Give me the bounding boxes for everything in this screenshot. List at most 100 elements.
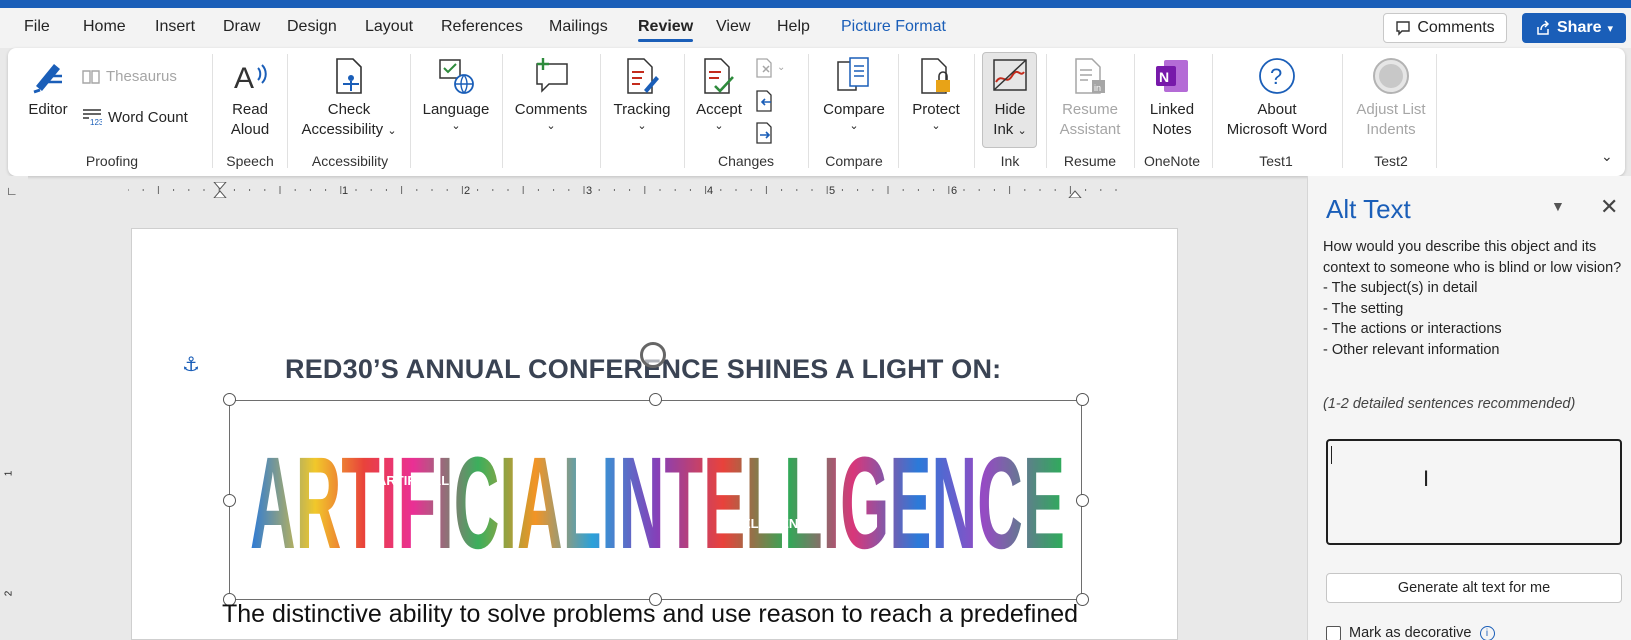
adjust-indents-icon: [1373, 58, 1409, 94]
mark-decorative-checkbox[interactable]: [1326, 625, 1341, 640]
svg-text:in: in: [1094, 83, 1101, 93]
linked-notes-label-1: Linked: [1149, 101, 1195, 118]
protect-button[interactable]: Protect ⌄: [904, 56, 968, 132]
anchor-icon[interactable]: ⚓: [182, 352, 200, 377]
ink-group-label: Ink: [1000, 153, 1020, 169]
read-aloud-button[interactable]: A Read Aloud: [222, 56, 278, 140]
hide-ink-button[interactable]: Hide Ink ⌄: [982, 56, 1038, 141]
adjust-list-indents-button[interactable]: Adjust List Indents: [1350, 56, 1432, 140]
hide-ink-label-1: Hide: [994, 101, 1026, 118]
compare-button[interactable]: Compare ⌄: [816, 56, 892, 132]
alt-text-input[interactable]: [1326, 439, 1622, 545]
tab-home[interactable]: Home: [83, 18, 126, 36]
check-accessibility-label-1: Check: [327, 101, 371, 118]
tab-layout[interactable]: Layout: [365, 18, 413, 36]
about-word-label-2: Microsoft Word: [1226, 121, 1328, 138]
ribbon-separator: [974, 54, 975, 168]
artificial-intelligence-image[interactable]: ARTIFICIAL INTELLIGENCE ARTIFICIAL INTELL…: [250, 445, 1065, 560]
read-aloud-icon: A: [234, 62, 267, 95]
alt-text-pane-title: Alt Text: [1326, 194, 1411, 224]
ruler-number: 2: [464, 185, 470, 197]
proofing-group-label: Proofing: [85, 153, 139, 169]
editor-button[interactable]: Editor: [22, 56, 74, 120]
pane-options-dropdown-icon[interactable]: ▼: [1551, 198, 1565, 214]
language-button[interactable]: Language ⌄: [418, 56, 494, 132]
accept-label: Accept: [696, 101, 742, 118]
accept-button[interactable]: Accept ⌄: [690, 56, 748, 132]
accessibility-doc-icon: [336, 58, 362, 94]
chevron-down-icon: ⌄: [637, 120, 647, 132]
tab-file[interactable]: File: [24, 18, 50, 36]
resume-assistant-label-1: Resume: [1062, 101, 1118, 118]
svg-text:⌄: ⌄: [777, 62, 785, 73]
ruler-tab-selector[interactable]: ∟: [0, 176, 28, 204]
comments-ribbon-button[interactable]: Comments ⌄: [510, 56, 592, 132]
ruler-number: 5: [829, 185, 835, 197]
ruler-number: 2: [3, 590, 15, 597]
text-caret: [1331, 446, 1332, 464]
resize-handle-top-left[interactable]: [223, 393, 236, 406]
word-count-button[interactable]: 123 Word Count: [82, 108, 188, 126]
tab-design[interactable]: Design: [287, 18, 337, 36]
share-button[interactable]: Share ▾: [1522, 13, 1626, 43]
resize-handle-top[interactable]: [649, 393, 662, 406]
tab-mailings[interactable]: Mailings: [549, 18, 608, 36]
editor-label: Editor: [28, 101, 68, 118]
info-icon[interactable]: i: [1479, 625, 1495, 640]
close-icon[interactable]: ✕: [1600, 194, 1618, 220]
chevron-down-icon: ⌄: [849, 120, 859, 132]
tab-picture-format[interactable]: Picture Format: [841, 18, 946, 36]
vertical-ruler[interactable]: 1 2: [0, 204, 26, 640]
rotate-handle-icon[interactable]: [640, 342, 666, 368]
previous-change-button[interactable]: [755, 90, 775, 117]
tab-review[interactable]: Review: [638, 18, 694, 42]
ruler-number: 3: [586, 185, 592, 197]
tab-stop-icon: ∟: [6, 184, 18, 198]
horizontal-ruler[interactable]: 1 2 3 4 5 6: [128, 182, 1173, 198]
about-word-label-1: About: [1257, 101, 1297, 118]
linked-notes-button[interactable]: N Linked Notes: [1140, 56, 1204, 140]
tab-insert[interactable]: Insert: [155, 18, 195, 36]
resume-group-label: Resume: [1063, 153, 1117, 169]
chevron-down-icon: ⌄: [387, 125, 397, 137]
tab-draw[interactable]: Draw: [223, 18, 260, 36]
collapse-ribbon-chevron-icon[interactable]: ⌄: [1601, 148, 1613, 165]
new-comment-icon: [536, 58, 568, 93]
resize-handle-top-right[interactable]: [1076, 393, 1089, 406]
share-icon: [1537, 20, 1550, 35]
chevron-down-icon: ▾: [1607, 22, 1613, 35]
resize-handle-left[interactable]: [223, 494, 236, 507]
resume-assistant-button[interactable]: in Resume Assistant: [1054, 56, 1126, 140]
alt-text-bullet: - The setting: [1323, 300, 1404, 317]
compare-icon: [837, 57, 869, 91]
tab-view[interactable]: View: [716, 18, 750, 36]
title-bar: [0, 0, 1631, 8]
tab-help[interactable]: Help: [777, 18, 810, 36]
tab-references[interactable]: References: [441, 18, 523, 36]
lock-icon: [921, 58, 950, 94]
resume-assistant-label-2: Assistant: [1059, 121, 1121, 138]
language-icon: [439, 59, 474, 94]
reject-button[interactable]: ⌄: [755, 58, 789, 83]
comments-button[interactable]: Comments: [1383, 13, 1507, 43]
mark-decorative-option[interactable]: Mark as decorative i: [1326, 625, 1495, 640]
ribbon-separator: [212, 54, 213, 168]
check-accessibility-button[interactable]: Check Accessibility ⌄: [298, 56, 400, 141]
test1-group-label: Test1: [1259, 153, 1293, 169]
alt-text-intro: How would you describe this object and i…: [1323, 239, 1622, 276]
about-microsoft-word-button[interactable]: ? About Microsoft Word: [1214, 56, 1340, 140]
document-body-text[interactable]: The distinctive ability to solve problem…: [222, 600, 1078, 629]
next-change-button[interactable]: [755, 122, 775, 149]
ribbon-separator: [1342, 54, 1343, 168]
alt-text-bullet: - The subject(s) in detail: [1323, 280, 1478, 296]
resize-handle-right[interactable]: [1076, 494, 1089, 507]
hide-ink-icon: [993, 59, 1027, 91]
thesaurus-button[interactable]: Thesaurus: [82, 68, 177, 85]
ribbon-separator: [600, 54, 601, 168]
comments-button-label: Comments: [1417, 19, 1495, 36]
adjust-list-label-1: Adjust List: [1356, 101, 1426, 118]
generate-alt-text-button[interactable]: Generate alt text for me: [1326, 573, 1622, 603]
next-change-icon: [756, 122, 772, 144]
tracking-button[interactable]: Tracking ⌄: [606, 56, 678, 132]
svg-text:N: N: [1159, 69, 1169, 85]
